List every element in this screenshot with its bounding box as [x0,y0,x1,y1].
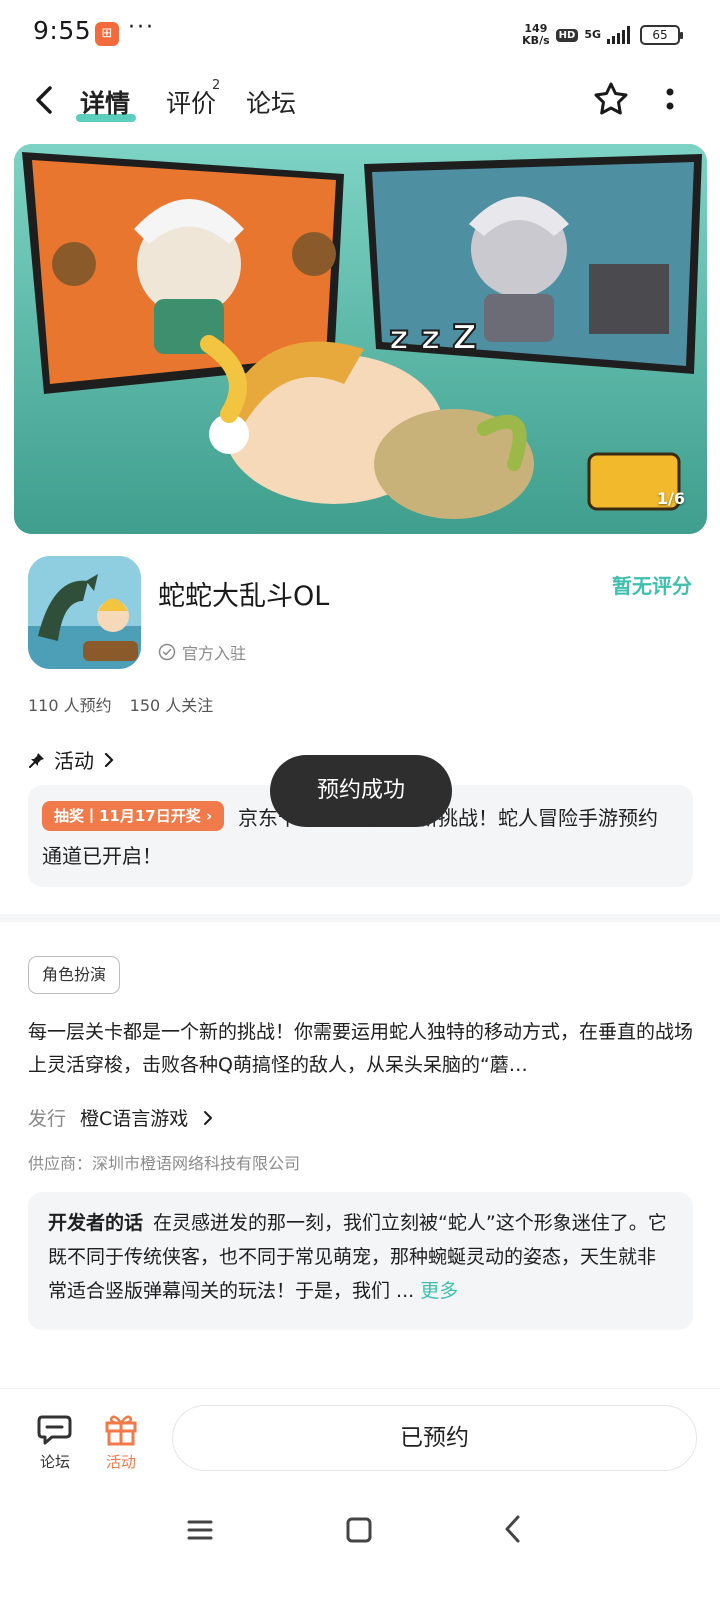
svg-text:z z Z: z z Z [389,318,477,358]
status-bar: 9:55 ⊞ ··· 149 KB/s HD 5G 65 [0,0,720,66]
supplier-info: 供应商：深圳市橙语网络科技有限公司 [28,1154,301,1173]
bottom-nav-forum-label: 论坛 [39,1453,70,1471]
developer-note-label: 开发者的话 [48,1212,144,1234]
forum-icon [37,1415,72,1445]
top-nav: 详情 评价 2 论坛 [0,66,720,136]
toast-message: 预约成功 [270,755,452,827]
banner-artwork: z z Z [14,144,707,534]
gift-icon [105,1415,137,1446]
developer-note-card[interactable]: 开发者的话 在灵感迸发的那一刻，我们立刻被“蛇人”这个形象迷住了。它既不同于传统侠… [28,1192,693,1330]
lottery-tag-label: 抽奖丨11月17日开奖 [54,807,201,825]
tab-details[interactable]: 详情 [80,84,130,120]
bottom-nav-activity[interactable]: 活动 [91,1411,151,1472]
menu-icon[interactable] [186,1516,214,1544]
official-badge: 官方入驻 [158,640,246,664]
lottery-tag[interactable]: 抽奖丨11月17日开奖 › [42,801,225,831]
verified-check-icon [158,643,176,661]
bottom-action-bar: 论坛 活动 已预约 [0,1388,720,1498]
back-nav-icon[interactable] [502,1514,524,1544]
tab-forum[interactable]: 论坛 [246,84,296,120]
status-indicators: 149 KB/s HD 5G 65 [522,20,683,50]
chevron-right-icon [104,752,114,767]
activity-heading: 活动 [54,749,94,773]
game-description[interactable]: 每一层关卡都是一个新的挑战！你需要运用蛇人独特的移动方式，在垂直的战场上灵活穿梭… [28,1016,693,1082]
genre-tag[interactable]: 角色扮演 [28,956,121,994]
review-count-badge: 2 [212,78,221,93]
more-options-icon[interactable] [660,84,680,118]
reserved-button[interactable]: 已预约 [172,1405,697,1471]
follower-count: 150 人关注 [129,696,214,715]
hd-icon: HD [555,28,579,42]
status-more-icon: ··· [128,15,155,40]
back-icon[interactable] [28,82,64,118]
signal-icon [607,26,630,44]
banner-page-counter: 1/6 [656,489,685,508]
pin-icon [29,752,44,768]
publisher-row[interactable]: 发行 橙C语言游戏 [28,1104,214,1131]
network-speed: 149 KB/s [522,23,549,47]
favorite-star-icon[interactable] [592,80,630,118]
official-label: 官方入驻 [182,644,247,663]
network-type: 5G [584,28,601,41]
status-time: 9:55 [33,16,92,45]
rating-status: 暂无评分 [612,574,692,598]
home-icon[interactable] [345,1515,373,1545]
tab-reviews[interactable]: 评价 [166,84,216,120]
game-banner-carousel[interactable]: z z Z 1/6 [14,144,707,534]
network-speed-unit: KB/s [522,34,550,47]
more-link[interactable]: 更多 [420,1280,458,1302]
chevron-right-icon [204,1110,213,1125]
publisher-label: 发行 [28,1108,67,1130]
battery-icon: 65 [640,25,683,45]
section-divider [0,914,720,922]
app-title: 蛇蛇大乱斗OL [158,581,330,612]
activity-section-header[interactable]: 活动 [28,745,116,774]
bottom-nav-activity-label: 活动 [105,1453,136,1471]
app-icon [28,556,141,669]
publisher-name: 橙C语言游戏 [80,1108,189,1130]
bottom-nav-forum[interactable]: 论坛 [25,1411,85,1472]
system-navigation-bar [0,1500,720,1600]
reservation-count: 110 人预约 [28,696,112,715]
app-stats: 110 人预约 150 人关注 [28,692,213,716]
app-notification-icon: ⊞ [95,22,119,46]
